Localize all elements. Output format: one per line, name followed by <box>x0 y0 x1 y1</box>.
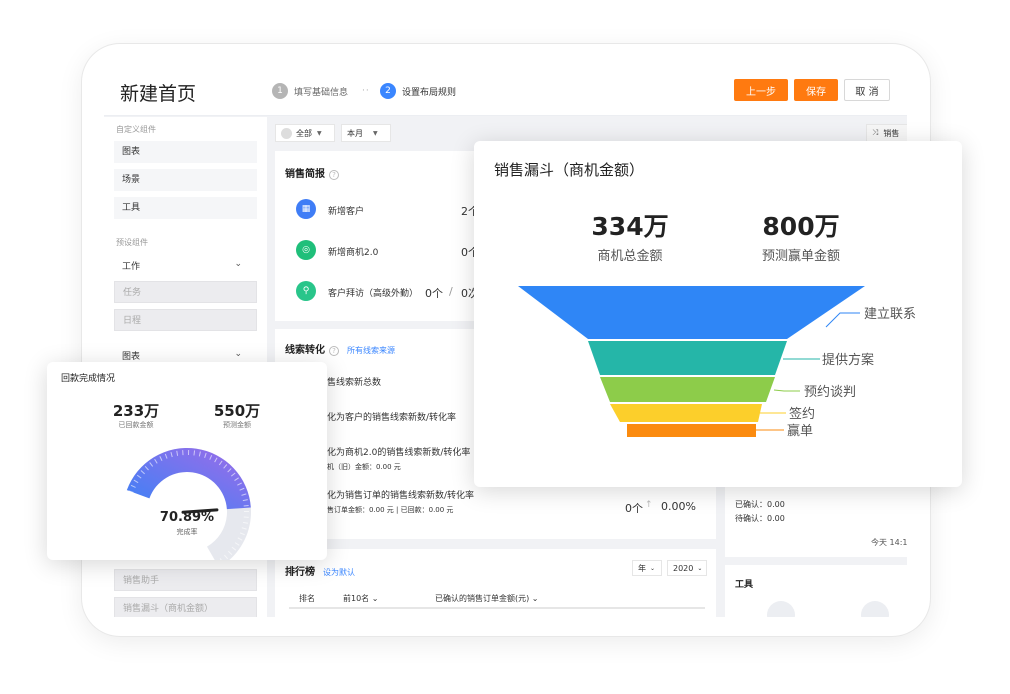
chevron-down-icon: ⌄ <box>531 594 539 603</box>
cancel-button[interactable]: 取 消 <box>844 79 890 101</box>
funnel-stage-1 <box>518 286 865 339</box>
building-icon: ▦ <box>296 199 316 219</box>
funnel-stage-3 <box>600 377 775 402</box>
lead-to-opportunity-label: 化为商机2.0的销售线索新数/转化率 <box>327 448 471 458</box>
preset-components-label: 预设组件 <box>116 238 148 247</box>
chevron-down-icon: ⌄ <box>371 594 379 603</box>
sidebar-item-chart[interactable]: 图表 <box>114 141 257 163</box>
confirmed-amount: 已确认：0.00 <box>735 500 785 509</box>
table-divider <box>289 607 705 609</box>
group-work-label: 工作 <box>122 262 141 272</box>
ranking-card: 排行榜 设为默认 年 ⌄ 2020 ⌄ 排名 前10名 ⌄ 已确认的销售订单金额(元)… <box>275 549 716 617</box>
col-top10[interactable]: 前10名 ⌄ <box>343 593 378 604</box>
tools-card: 工具 <box>725 565 907 617</box>
funnel-label-4: 签约 <box>789 406 815 421</box>
lead-to-order-count: 0个 <box>625 502 643 515</box>
new-opportunities-label: 新增商机2.0 <box>328 248 379 258</box>
customer-visits-label: 客户拜访（高级外勤） <box>328 289 419 299</box>
pending-amount: 待确认：0.00 <box>735 514 785 523</box>
set-default-link[interactable]: 设为默认 <box>323 568 355 577</box>
page-title: 新建首页 <box>120 83 197 105</box>
sidebar-item-tools[interactable]: 工具 <box>114 197 257 219</box>
new-customers-label: 新增客户 <box>328 207 365 217</box>
switch-view-button[interactable]: ⤨ 销售 <box>866 124 907 142</box>
step-basic-info[interactable]: 1 填写基础信息 <box>272 83 348 99</box>
funnel-label-2: 提供方案 <box>822 352 874 367</box>
sales-brief-title: 销售简报? <box>285 165 339 180</box>
order-amount-info: 售订单金额：0.00 元 | 已回款：0.00 元 <box>327 506 454 514</box>
help-icon: ? <box>329 170 339 180</box>
visits-separator: / <box>449 285 453 298</box>
step-separator: ·· <box>362 86 370 96</box>
help-icon: ? <box>329 346 339 356</box>
scope-value: 全部 <box>296 128 312 138</box>
lead-source-link[interactable]: 所有线索来源 <box>347 346 395 355</box>
step1-label: 填写基础信息 <box>294 87 349 98</box>
scope-filter[interactable]: 全部 ▼ <box>275 124 335 142</box>
year-select[interactable]: 2020 ⌄ <box>667 560 707 576</box>
leader-line-1 <box>825 312 860 328</box>
sales-funnel-card: 销售漏斗（商机金额） 334万 商机总金额 800万 预测赢单金额 建立联系 提… <box>474 141 962 487</box>
chevron-down-icon: ⌄ <box>650 564 656 572</box>
year-mode-select[interactable]: 年 ⌄ <box>632 560 662 576</box>
group-chart-label: 图表 <box>122 352 141 362</box>
funnel-stage-5 <box>627 424 756 437</box>
gauge-tick <box>243 505 249 507</box>
shuffle-icon: ⤨ <box>872 128 879 137</box>
lead-total-label: 售线索新总数 <box>327 378 382 388</box>
location-pin-icon: ⚲ <box>296 281 316 301</box>
funnel-label-1: 建立联系 <box>864 306 916 321</box>
sidebar-group-work[interactable]: 工作 ⌄ <box>122 259 242 272</box>
step1-number: 1 <box>272 83 288 99</box>
funnel-stage-4 <box>610 404 762 422</box>
chevron-down-icon: ⌄ <box>234 349 242 359</box>
prev-button[interactable]: 上一步 <box>734 79 788 101</box>
user-icon <box>281 127 292 139</box>
completion-percent: 70.89% <box>159 510 215 525</box>
funnel-label-5: 赢单 <box>787 423 813 438</box>
sidebar-item-schedule[interactable]: 日程 <box>114 309 257 331</box>
gauge-tick <box>193 450 196 456</box>
tools-title: 工具 <box>735 580 754 590</box>
caret-down-icon: ▼ <box>373 129 378 137</box>
payment-completion-card: 回款完成情况 233万 已回款金额 550万 预测金额 70.89% 完成率 <box>47 362 327 560</box>
funnel-chart: 建立联系 提供方案 预约谈判 签约 赢单 <box>518 286 916 438</box>
chevron-down-icon: ⌄ <box>697 564 703 572</box>
funnel-label-3: 预约谈判 <box>804 384 856 399</box>
tool-app-icon[interactable] <box>767 601 795 617</box>
ranking-title: 排行榜 设为默认 <box>285 567 355 578</box>
step2-number: 2 <box>380 83 396 99</box>
col-amount[interactable]: 已确认的销售订单金额(元) ⌄ <box>435 593 539 604</box>
gauge-fill <box>126 448 251 510</box>
sidebar-group-chart[interactable]: 图表 ⌄ <box>122 349 242 362</box>
lead-to-customer-label: 化为客户的销售线索新数/转化率 <box>327 413 457 423</box>
save-button[interactable]: 保存 <box>794 79 838 101</box>
chevron-down-icon: ⌄ <box>234 259 242 269</box>
sidebar-item-scene[interactable]: 场景 <box>114 169 257 191</box>
custom-components-label: 自定义组件 <box>116 125 156 134</box>
customer-visits-count: 0个 <box>425 287 443 300</box>
caret-down-icon: ▼ <box>317 129 322 137</box>
sidebar-item-sales-assistant[interactable]: 销售助手 <box>114 569 257 591</box>
funnel-stage-2 <box>588 341 787 375</box>
switch-view-label: 销售 <box>883 128 900 138</box>
update-time: 今天 14:1 <box>871 538 907 547</box>
period-value: 本月 <box>347 128 363 138</box>
sidebar-item-sales-funnel[interactable]: 销售漏斗（商机金额） <box>114 597 257 617</box>
period-filter[interactable]: 本月 ▼ <box>341 124 391 142</box>
step-layout-rules[interactable]: 2 设置布局规则 <box>380 83 456 99</box>
lead-conversion-title: 线索转化? 所有线索来源 <box>285 345 395 356</box>
top-bar: 新建首页 1 填写基础信息 ·· 2 设置布局规则 上一步 保存 取 消 <box>104 67 907 116</box>
old-opportunity-amount: 机（旧）金额：0.00 元 <box>327 463 401 471</box>
lead-to-order-label: 化为销售订单的销售线索新数/转化率 <box>327 491 475 501</box>
lead-to-order-rate: 0.00% <box>661 500 696 513</box>
completion-label: 完成率 <box>176 528 198 536</box>
col-rank: 排名 <box>299 594 315 603</box>
leader-line-3 <box>773 389 800 392</box>
trend-up-icon: ↑ <box>645 500 653 510</box>
step2-label: 设置布局规则 <box>402 87 457 98</box>
sidebar-item-task[interactable]: 任务 <box>114 281 257 303</box>
target-icon: ◎ <box>296 240 316 260</box>
tool-app-icon[interactable] <box>861 601 889 617</box>
